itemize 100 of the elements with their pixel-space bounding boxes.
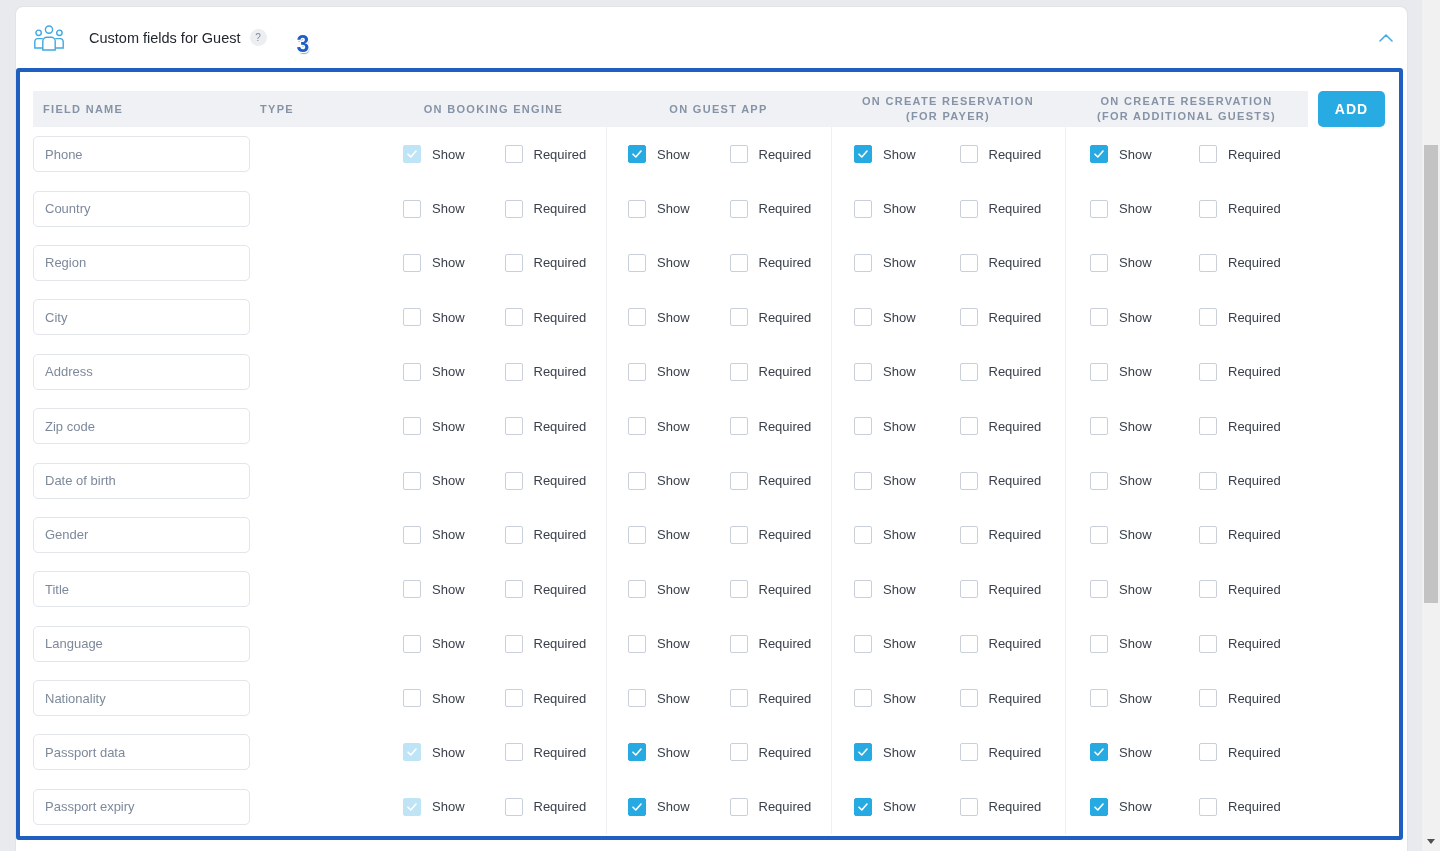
checkbox[interactable] [854,634,872,653]
checkbox[interactable] [959,308,978,327]
checkbox[interactable] [1090,634,1108,653]
checkbox[interactable] [628,580,646,599]
checkbox[interactable] [628,417,646,436]
checkbox[interactable] [504,580,523,599]
checkbox[interactable] [628,199,646,218]
checkbox[interactable] [729,580,748,599]
checkbox[interactable] [403,525,421,544]
checkbox[interactable] [1199,580,1217,599]
checkbox[interactable] [729,362,748,381]
checkbox[interactable] [959,253,978,272]
checkbox[interactable] [729,199,748,218]
checkbox[interactable] [504,308,523,327]
checkbox[interactable] [628,471,646,490]
checkbox[interactable] [504,253,523,272]
checkbox[interactable] [1199,797,1217,816]
field-name-input[interactable]: City [33,299,250,336]
field-name-input[interactable]: Language [33,625,250,662]
checkbox[interactable] [403,634,421,653]
checkbox[interactable] [959,362,978,381]
checkbox[interactable] [854,145,872,164]
checkbox[interactable] [729,743,748,762]
checkbox[interactable] [1199,471,1217,490]
checkbox[interactable] [1090,417,1108,436]
field-name-input[interactable]: Nationality [33,680,250,717]
field-name-input[interactable]: Region [33,244,250,281]
checkbox[interactable] [403,308,421,327]
checkbox[interactable] [504,525,523,544]
checkbox[interactable] [1090,580,1108,599]
checkbox[interactable] [854,525,872,544]
checkbox[interactable] [628,797,646,816]
checkbox[interactable] [403,199,421,218]
checkbox[interactable] [1090,743,1108,762]
checkbox[interactable] [854,308,872,327]
checkbox[interactable] [403,689,421,708]
field-name-input[interactable]: Country [33,190,250,227]
field-name-input[interactable]: Date of birth [33,462,250,499]
checkbox[interactable] [1090,797,1108,816]
field-name-input[interactable]: Address [33,353,250,390]
checkbox[interactable] [1090,199,1108,218]
checkbox[interactable] [1090,525,1108,544]
checkbox[interactable] [628,689,646,708]
checkbox[interactable] [729,689,748,708]
checkbox[interactable] [504,145,523,164]
checkbox[interactable] [854,417,872,436]
checkbox[interactable] [959,417,978,436]
checkbox[interactable] [729,525,748,544]
field-name-input[interactable]: Zip code [33,408,250,445]
help-icon[interactable]: ? [249,29,267,46]
checkbox[interactable] [504,689,523,708]
checkbox[interactable] [959,145,978,164]
field-name-input[interactable]: Gender [33,516,250,553]
checkbox[interactable] [403,580,421,599]
checkbox[interactable] [628,743,646,762]
scrollbar-thumb[interactable] [1424,145,1438,603]
checkbox[interactable] [628,525,646,544]
checkbox[interactable] [504,743,523,762]
checkbox[interactable] [1199,199,1217,218]
checkbox[interactable] [1199,145,1217,164]
checkbox[interactable] [959,743,978,762]
checkbox[interactable] [1199,634,1217,653]
checkbox[interactable] [729,634,748,653]
checkbox[interactable] [1199,362,1217,381]
checkbox[interactable] [1090,253,1108,272]
checkbox[interactable] [628,253,646,272]
checkbox[interactable] [729,253,748,272]
checkbox[interactable] [1199,417,1217,436]
checkbox[interactable] [959,525,978,544]
checkbox[interactable] [959,199,978,218]
checkbox[interactable] [854,199,872,218]
field-name-input[interactable]: Passport data [33,734,250,771]
checkbox[interactable] [1090,362,1108,381]
checkbox[interactable] [1090,308,1108,327]
checkbox[interactable] [729,417,748,436]
checkbox[interactable] [729,145,748,164]
checkbox[interactable] [403,471,421,490]
checkbox[interactable] [1199,743,1217,762]
checkbox[interactable] [854,743,872,762]
checkbox[interactable] [959,471,978,490]
checkbox[interactable] [1199,689,1217,708]
checkbox[interactable] [854,797,872,816]
checkbox[interactable] [628,145,646,164]
checkbox[interactable] [1090,145,1108,164]
checkbox[interactable] [504,362,523,381]
checkbox[interactable] [854,362,872,381]
checkbox[interactable] [403,253,421,272]
field-name-input[interactable]: Passport expiry [33,788,250,825]
checkbox[interactable] [959,689,978,708]
checkbox[interactable] [628,308,646,327]
checkbox[interactable] [729,308,748,327]
checkbox[interactable] [628,634,646,653]
checkbox[interactable] [504,634,523,653]
checkbox[interactable] [504,417,523,436]
checkbox[interactable] [729,797,748,816]
checkbox[interactable] [403,362,421,381]
field-name-input[interactable]: Title [33,571,250,608]
checkbox[interactable] [403,417,421,436]
checkbox[interactable] [1090,689,1108,708]
scroll-down-icon[interactable] [1427,839,1435,844]
